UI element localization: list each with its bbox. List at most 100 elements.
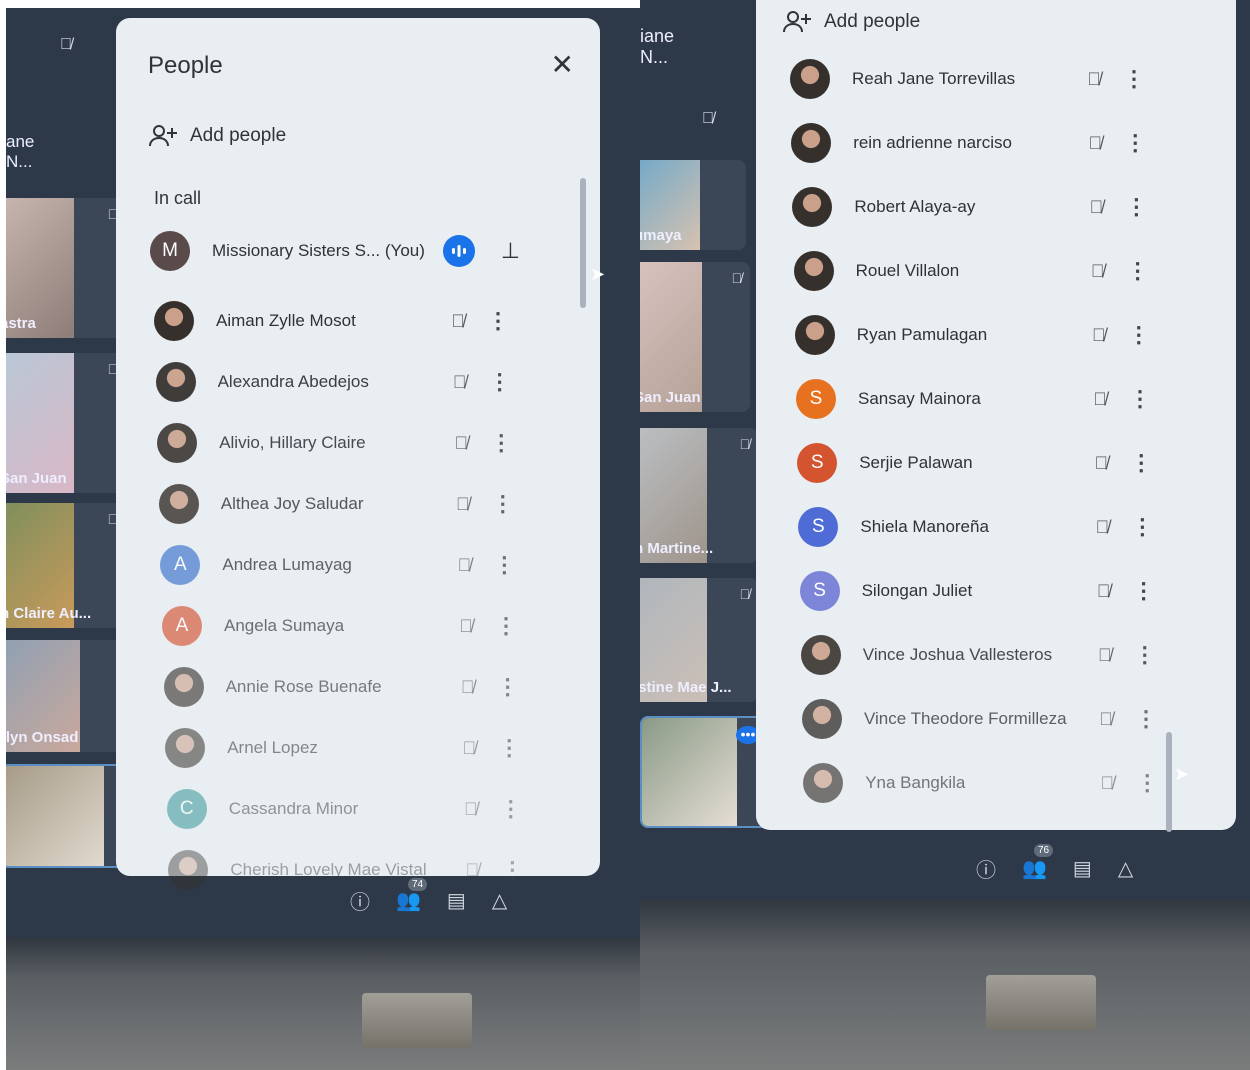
- participant-row[interactable]: Ryan Pamulagan 🎙̸ ⋮: [794, 312, 1159, 358]
- add-people-label: Add people: [824, 11, 921, 32]
- more-vert-icon[interactable]: ⋮: [481, 430, 521, 456]
- tile-name: umaya: [640, 227, 682, 244]
- participant-name: Angela Sumaya: [224, 616, 345, 635]
- more-vert-icon[interactable]: ⋮: [492, 857, 532, 883]
- avatar: [165, 728, 206, 768]
- participant-row[interactable]: Vince Theodore Formilleza 🎙̸ ⋮: [802, 696, 1166, 742]
- more-vert-icon[interactable]: ⋮: [1124, 578, 1164, 604]
- avatar: [790, 59, 830, 99]
- video-tile[interactable]: 🎙̸ n Martine...: [640, 428, 758, 563]
- avatar: S: [797, 443, 838, 483]
- participant-row[interactable]: Arnel Lopez 🎙̸ ⋮: [165, 725, 529, 771]
- chat-icon[interactable]: ▤: [1073, 856, 1092, 881]
- info-icon[interactable]: ⓘ: [976, 854, 996, 883]
- mic-off-icon: 🎙̸: [1088, 132, 1102, 153]
- participant-row[interactable]: Althea Joy Saludar 🎙̸ ⋮: [158, 481, 523, 527]
- chat-icon[interactable]: ▤: [447, 888, 466, 913]
- more-vert-icon[interactable]: ⋮: [491, 796, 531, 822]
- participant-row[interactable]: Annie Rose Buenafe 🎙̸ ⋮: [163, 664, 528, 710]
- video-tile[interactable]: 🎙̸ San Juan: [6, 353, 126, 493]
- more-vert-icon[interactable]: ⋮: [1121, 450, 1161, 476]
- laptop-base: [640, 900, 1250, 1070]
- self-video-tile[interactable]: •••: [640, 716, 770, 828]
- participant-row[interactable]: Reah Jane Torrevillas 🎙̸ ⋮: [790, 56, 1154, 102]
- scrollbar[interactable]: [580, 178, 586, 308]
- more-vert-icon[interactable]: ⋮: [1118, 258, 1158, 284]
- more-vert-icon[interactable]: ⋮: [483, 491, 523, 517]
- meeting-screen: 🎙̸ ane N... 🎙̸astra 🎙̸San Juan 🎙̸h Clair…: [6, 8, 640, 938]
- add-people-button[interactable]: Add people: [148, 124, 286, 148]
- more-vert-icon[interactable]: ⋮: [1120, 386, 1160, 412]
- tile-name: San Juan: [6, 470, 67, 487]
- participant-row[interactable]: C Cassandra Minor 🎙̸ ⋮: [166, 786, 531, 832]
- people-panel: People ✕ Add people In call M Missionary…: [116, 18, 600, 890]
- add-people-button[interactable]: Add people: [782, 10, 920, 34]
- video-tile[interactable]: 🎙̸astra: [6, 198, 126, 338]
- more-vert-icon[interactable]: ⋮: [478, 308, 518, 334]
- mic-off-icon: 🎙̸: [702, 110, 714, 127]
- avatar: [794, 315, 835, 355]
- avatar: [154, 301, 194, 341]
- pin-icon[interactable]: ⊥: [501, 238, 520, 264]
- people-button[interactable]: 👥 76: [1022, 844, 1054, 881]
- participant-row[interactable]: Alivio, Hillary Claire 🎙̸ ⋮: [157, 420, 521, 466]
- participant-row[interactable]: S Shiela Manoreña 🎙̸ ⋮: [798, 504, 1162, 550]
- participant-name: Annie Rose Buenafe: [225, 677, 382, 696]
- more-vert-icon[interactable]: ⋮: [489, 735, 529, 761]
- activities-icon[interactable]: △: [492, 888, 507, 913]
- participant-name: Silongan Juliet: [861, 581, 973, 600]
- mic-off-icon: 🎙̸: [460, 676, 475, 697]
- video-tile[interactable]: umaya: [640, 160, 746, 250]
- participant-name: Cassandra Minor: [228, 799, 359, 818]
- right-screenshot: iane N... 🎙̸ umaya 🎙̸ San Juan 🎙̸ n Martin…: [640, 0, 1250, 1070]
- more-vert-icon[interactable]: ⋮: [484, 552, 524, 578]
- participant-name: Yna Bangkila: [865, 773, 966, 792]
- video-tile[interactable]: 🎙̸ San Juan: [640, 262, 750, 412]
- avatar: A: [162, 606, 202, 646]
- more-vert-icon[interactable]: ⋮: [1127, 770, 1167, 796]
- people-button[interactable]: 👥 74: [396, 878, 428, 913]
- participant-row[interactable]: A Andrea Lumayag 🎙̸ ⋮: [160, 542, 524, 588]
- more-vert-icon[interactable]: ⋮: [1115, 130, 1155, 156]
- scrollbar[interactable]: [1166, 732, 1172, 832]
- more-vert-icon[interactable]: ⋮: [1126, 706, 1166, 732]
- participant-row[interactable]: S Serjie Palawan 🎙̸ ⋮: [797, 440, 1161, 486]
- more-vert-icon[interactable]: ⋮: [1114, 66, 1154, 92]
- more-vert-icon[interactable]: ⋮: [1116, 194, 1156, 220]
- avatar: [800, 635, 841, 675]
- more-vert-icon[interactable]: ⋮: [1125, 642, 1165, 668]
- participant-row[interactable]: Yna Bangkila 🎙̸ ⋮: [803, 760, 1167, 806]
- mic-off-icon: 🎙̸: [452, 371, 467, 392]
- mic-off-icon: 🎙̸: [459, 615, 473, 636]
- participant-row[interactable]: S Sansay Mainora 🎙̸ ⋮: [796, 376, 1160, 422]
- avatar: [158, 484, 199, 524]
- self-participant-row[interactable]: M Missionary Sisters S... (You) ⊥: [150, 228, 520, 274]
- more-vert-icon[interactable]: ⋮: [1122, 514, 1162, 540]
- video-tile[interactable]: 🎙̸ h Claire Au...: [6, 503, 126, 628]
- participant-row[interactable]: Aiman Zylle Mosot 🎙̸ ⋮: [154, 298, 518, 344]
- participant-row[interactable]: S Silongan Juliet 🎙̸ ⋮: [799, 568, 1164, 614]
- more-vert-icon[interactable]: ⋮: [480, 369, 520, 395]
- video-tile[interactable]: 🎙̸ istine Mae J...: [640, 578, 758, 702]
- more-vert-icon[interactable]: ⋮: [488, 674, 528, 700]
- participant-row[interactable]: Rouel Villalon 🎙̸ ⋮: [793, 248, 1158, 294]
- participant-name: Ryan Pamulagan: [856, 325, 988, 344]
- add-people-label: Add people: [190, 125, 287, 146]
- people-count-badge: 76: [1034, 844, 1054, 857]
- participant-name: Alexandra Abedejos: [217, 372, 369, 391]
- participant-row[interactable]: Robert Alaya-ay 🎙̸ ⋮: [792, 184, 1156, 230]
- participant-row[interactable]: A Angela Sumaya 🎙̸ ⋮: [162, 603, 526, 649]
- info-icon[interactable]: ⓘ: [350, 886, 370, 915]
- avatar: [793, 251, 834, 291]
- more-vert-icon[interactable]: ⋮: [1119, 322, 1159, 348]
- participant-row[interactable]: rein adrienne narciso 🎙̸ ⋮: [791, 120, 1155, 166]
- mic-off-icon: 🎙̸: [1087, 68, 1101, 89]
- mic-off-icon: 🎙̸: [1094, 452, 1108, 473]
- mic-off-icon: 🎙̸: [1098, 644, 1112, 665]
- participant-row[interactable]: Vince Joshua Vallesteros 🎙̸ ⋮: [800, 632, 1165, 678]
- close-icon[interactable]: ✕: [551, 48, 574, 81]
- more-vert-icon[interactable]: ⋮: [486, 613, 526, 639]
- participant-row[interactable]: Alexandra Abedejos 🎙̸ ⋮: [155, 359, 520, 405]
- laptop-base: [6, 938, 640, 1070]
- activities-icon[interactable]: △: [1118, 856, 1133, 881]
